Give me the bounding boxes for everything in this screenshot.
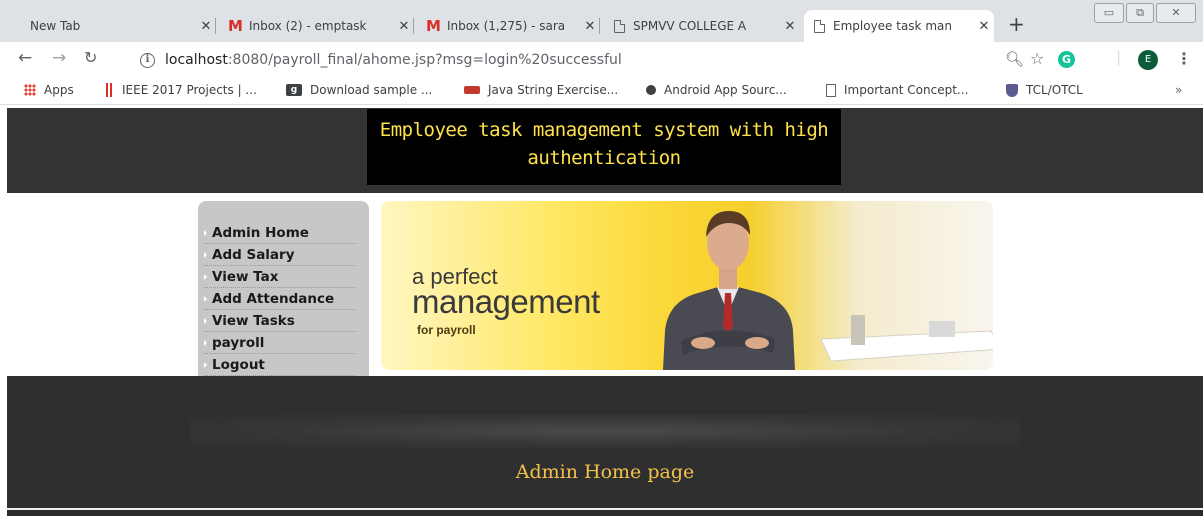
tab-separator [599,18,600,34]
minimize-button[interactable]: ▭ [1094,3,1124,23]
office-desk-illustration [820,315,993,362]
bookmark-label: Download sample ... [310,83,433,97]
bookmark-apps[interactable]: Apps [24,83,74,97]
site-banner: Employee task management system with hig… [367,109,841,185]
bookmarks-more-icon[interactable]: » [1175,83,1182,97]
apps-grid-icon [24,84,36,96]
bookmark-label: Android App Sourc... [664,83,787,97]
url-host: localhost [165,52,228,68]
android-icon [646,85,656,95]
window-close-button[interactable]: ✕ [1156,3,1196,23]
bookmark-label: Java String Exercise... [488,83,619,97]
menu-add-salary[interactable]: Add Salary [204,244,356,266]
info-icon[interactable]: i [140,52,155,68]
address-bar[interactable]: i localhost:8080/payroll_final/ahome.jsp… [140,48,1040,72]
tab-gmail-emptask[interactable]: M Inbox (2) - emptask ✕ [218,10,414,42]
url-path: :8080/payroll_final/ahome.jsp?msg=login%… [227,52,622,68]
footer-strip [7,510,1203,516]
java-icon [464,86,480,94]
bookmark-download-sample[interactable]: g Download sample ... [286,83,432,97]
menu-logout[interactable]: Logout [204,354,356,376]
close-icon[interactable]: ✕ [580,19,600,34]
tab-spmvv-college[interactable]: SPMVV COLLEGE A ✕ [604,10,800,42]
bookmark-label: Apps [44,83,74,97]
tab-separator [413,18,414,34]
menu-add-attendance[interactable]: Add Attendance [204,288,356,310]
hero-line-3: for payroll [417,323,476,337]
toolbar-divider: | [1116,48,1122,66]
tab-title: New Tab [30,19,81,33]
bookmark-java-string[interactable]: Java String Exercise... [464,83,618,97]
admin-menu: Admin Home Add Salary View Tax Add Atten… [198,201,369,376]
bookmark-label: IEEE 2017 Projects | ... [122,83,257,97]
grammarly-icon[interactable]: G [1058,51,1075,68]
zoom-icon[interactable]: 🔍︎ [1005,50,1024,68]
close-icon[interactable]: ✕ [780,19,800,34]
banner-line-2: authentication [527,147,681,169]
close-icon[interactable]: ✕ [974,19,994,34]
menu-view-tax[interactable]: View Tax [204,266,356,288]
bookmark-ieee[interactable]: IEEE 2017 Projects | ... [106,83,257,97]
menu-payroll[interactable]: payroll [204,332,356,354]
bookmark-android-app[interactable]: Android App Sourc... [646,83,787,97]
close-icon[interactable]: ✕ [196,19,216,34]
tab-title: Inbox (1,275) - sara [446,19,566,33]
menu-view-tasks[interactable]: View Tasks [204,310,356,332]
bookmark-important-concept[interactable]: Important Concept... [826,83,968,97]
profile-avatar[interactable]: E [1138,50,1158,70]
tab-title: Inbox (2) - emptask [248,19,367,33]
new-tab-button[interactable]: + [1008,14,1025,34]
close-icon[interactable]: ✕ [394,19,414,34]
tab-title: SPMVV COLLEGE A [633,19,747,33]
gmail-icon: M [426,17,441,35]
hero-banner: a perfect management for payroll [381,201,993,370]
page-title: Admin Home page [515,461,695,483]
footer-glow [190,414,1020,448]
bookmark-label: Important Concept... [844,83,969,97]
star-icon[interactable]: ☆ [1030,50,1044,68]
tab-new-tab[interactable]: New Tab ✕ [20,10,216,42]
bookmark-label: TCL/OTCL [1026,83,1083,97]
page-icon [614,19,625,33]
tab-title: Employee task man [833,19,952,33]
tab-separator [215,18,216,34]
tab-strip: New Tab ✕ M Inbox (2) - emptask ✕ M Inbo… [0,0,1203,42]
reload-icon[interactable]: ↻ [84,48,97,68]
browser-toolbar: ← → ↻ i localhost:8080/payroll_final/aho… [0,42,1203,77]
forward-arrow-icon[interactable]: → [52,48,66,68]
menu-dots-icon[interactable]: ⋮ [1176,50,1192,68]
back-arrow-icon[interactable]: ← [18,48,32,68]
bookmark-tcl-otcl[interactable]: TCL/OTCL [1006,83,1083,97]
bookmark-g-icon: g [286,84,302,96]
maximize-button[interactable]: ⧉ [1126,3,1154,23]
businessman-illustration [663,211,795,370]
ieee-icon [106,83,112,97]
hero-line-2: management [412,283,600,320]
tab-gmail-sara[interactable]: M Inbox (1,275) - sara ✕ [416,10,600,42]
page-icon [826,83,836,97]
menu-admin-home[interactable]: Admin Home [204,222,356,244]
banner-line-1: Employee task management system with hig… [379,119,829,141]
page-icon [814,19,825,33]
tab-employee-task[interactable]: Employee task man ✕ [804,10,994,42]
shield-icon [1006,83,1018,97]
gmail-icon: M [228,17,243,35]
bookmarks-bar: Apps IEEE 2017 Projects | ... g Download… [0,77,1203,105]
